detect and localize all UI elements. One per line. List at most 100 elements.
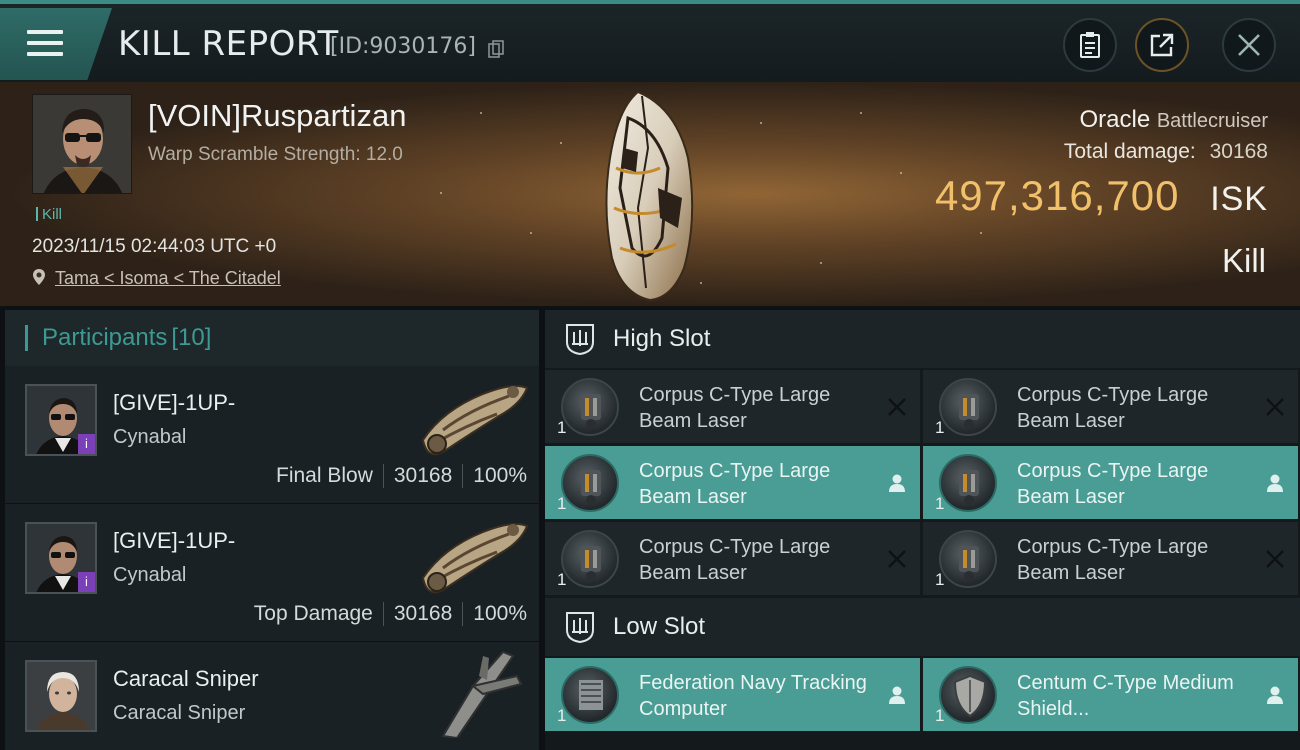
share-button[interactable] <box>1135 18 1189 72</box>
participant-ship: Cynabal <box>113 426 187 448</box>
avatar: i <box>25 522 97 594</box>
module-name: Corpus C-Type Large Beam Laser <box>639 536 831 584</box>
report-id: [ID:9030176] <box>330 34 476 59</box>
low-slot-header: Low Slot <box>545 598 1300 656</box>
low-slot-label: Low Slot <box>613 613 706 640</box>
participant-damage: 30168 <box>393 464 453 487</box>
high-slot-grid: 1 Corpus C-Type Large Beam Laser 1 Corpu… <box>545 368 1300 598</box>
beam-laser-icon <box>561 378 619 436</box>
module-qty: 1 <box>557 418 567 437</box>
fitting-panel: High Slot 1 Corpus C-Type Large Beam Las… <box>545 310 1300 750</box>
module-item[interactable]: 1 Corpus C-Type Large Beam Laser <box>923 446 1298 519</box>
avatar: i <box>25 384 97 456</box>
isk-value: 497,316,700 ISK <box>935 172 1268 220</box>
clipboard-icon <box>1080 32 1100 58</box>
participant-percent: 100% <box>473 464 527 487</box>
module-name: Federation Navy Tracking Computer <box>639 672 867 720</box>
header-accent-bar <box>25 325 28 351</box>
kill-timestamp: 2023/11/15 02:44:03 UTC +0 <box>32 236 277 257</box>
dropped-person-icon <box>1267 686 1283 704</box>
module-item[interactable]: 1 Federation Navy Tracking Computer <box>545 658 920 731</box>
beam-laser-icon <box>561 530 619 588</box>
victim-portrait[interactable] <box>32 94 132 194</box>
pilot-badge: i <box>78 572 95 592</box>
shield-extender-icon <box>939 666 997 724</box>
module-name: Corpus C-Type Large Beam Laser <box>1017 536 1209 584</box>
isk-unit: ISK <box>1210 180 1268 218</box>
low-slot-grid: 1 Federation Navy Tracking Computer 1 Ce… <box>545 656 1300 734</box>
participants-label: Participants <box>42 324 168 351</box>
kill-tag: Kill <box>36 206 62 223</box>
module-qty: 1 <box>557 494 567 513</box>
participant-stats: Top Damage 30168 100% <box>254 602 527 626</box>
module-qty: 1 <box>935 418 945 437</box>
participants-header[interactable]: Participants [10] <box>5 310 539 366</box>
participant-ship: Cynabal <box>113 564 187 586</box>
clipboard-button[interactable] <box>1063 18 1117 72</box>
participant-ship: Caracal Sniper <box>113 702 246 724</box>
tracking-computer-icon <box>561 666 619 724</box>
participant-name: Caracal Sniper <box>113 666 259 691</box>
participant-row[interactable]: i [GIVE]-1UP- Cynabal Final Blow 30168 1… <box>5 366 539 504</box>
module-qty: 1 <box>935 570 945 589</box>
participant-ship-image <box>421 523 529 594</box>
module-name: Corpus C-Type Large Beam Laser <box>639 460 831 508</box>
slot-icon <box>566 612 594 644</box>
participant-damage: 30168 <box>393 602 453 625</box>
module-qty: 1 <box>935 494 945 513</box>
ship-name: Oracle <box>1079 106 1151 133</box>
module-item[interactable]: 1 Corpus C-Type Large Beam Laser <box>545 522 920 595</box>
participant-row[interactable]: Caracal Sniper Caracal Sniper <box>5 642 539 750</box>
victim-ship[interactable]: Oracle Battlecruiser <box>1079 106 1268 134</box>
module-name: Corpus C-Type Large Beam Laser <box>1017 384 1209 432</box>
destroyed-x-icon <box>1266 550 1284 568</box>
destroyed-x-icon <box>888 398 906 416</box>
participant-percent: 100% <box>473 602 527 625</box>
close-icon <box>1238 34 1260 56</box>
participant-name: [GIVE]-1UP- <box>113 528 236 553</box>
dropped-person-icon <box>1267 474 1283 492</box>
participant-row[interactable]: i [GIVE]-1UP- Cynabal Top Damage 30168 1… <box>5 504 539 642</box>
high-slot-header: High Slot <box>545 310 1300 368</box>
location-text: Tama < Isoma < The Citadel <box>55 268 281 288</box>
module-name: Corpus C-Type Large Beam Laser <box>1017 460 1209 508</box>
top-bar: KILL REPORT [ID:9030176] <box>0 0 1300 82</box>
isk-amount: 497,316,700 <box>934 172 1180 219</box>
module-item[interactable]: 1 Corpus C-Type Large Beam Laser <box>923 522 1298 595</box>
participant-ship-image <box>421 385 529 456</box>
beam-laser-icon <box>939 454 997 512</box>
ship-class: Battlecruiser <box>1156 110 1268 132</box>
location-link[interactable]: Tama < Isoma < The Citadel <box>32 268 281 289</box>
menu-button[interactable] <box>0 8 112 80</box>
pilot-avatar <box>33 95 131 193</box>
total-damage: Total damage: 30168 <box>1064 140 1268 164</box>
dropped-person-icon <box>889 474 905 492</box>
dropped-person-icon <box>889 686 905 704</box>
close-button[interactable] <box>1222 18 1276 72</box>
beam-laser-icon <box>561 454 619 512</box>
module-item[interactable]: 1 Corpus C-Type Large Beam Laser <box>923 370 1298 443</box>
destroyed-x-icon <box>1266 398 1284 416</box>
victim-name[interactable]: [VOIN]Ruspartizan <box>148 98 406 134</box>
high-slot-label: High Slot <box>613 325 711 352</box>
participant-stats: Final Blow 30168 100% <box>276 464 527 488</box>
participant-ship-image <box>441 650 523 738</box>
module-item[interactable]: 1 Corpus C-Type Large Beam Laser <box>545 370 920 443</box>
pilot-badge: i <box>78 434 95 454</box>
victim-ship-model <box>605 90 694 302</box>
avatar <box>25 660 97 732</box>
location-pin-icon <box>33 269 45 285</box>
menu-icon <box>27 30 63 58</box>
module-item[interactable]: 1 Corpus C-Type Large Beam Laser <box>545 446 920 519</box>
slot-icon <box>566 324 594 356</box>
module-name: Corpus C-Type Large Beam Laser <box>639 384 831 432</box>
module-item[interactable]: 1 Centum C-Type Medium Shield... <box>923 658 1298 731</box>
total-damage-label: Total damage: <box>1063 140 1196 163</box>
copy-icon[interactable] <box>488 40 504 58</box>
warp-scramble-strength: Warp Scramble Strength: 12.0 <box>148 144 403 165</box>
participant-role: Top Damage <box>253 602 373 625</box>
result-label: Kill <box>1221 242 1266 279</box>
module-qty: 1 <box>935 706 945 725</box>
victim-header: [VOIN]Ruspartizan Warp Scramble Strength… <box>0 82 1300 306</box>
page-title: KILL REPORT <box>118 24 339 64</box>
